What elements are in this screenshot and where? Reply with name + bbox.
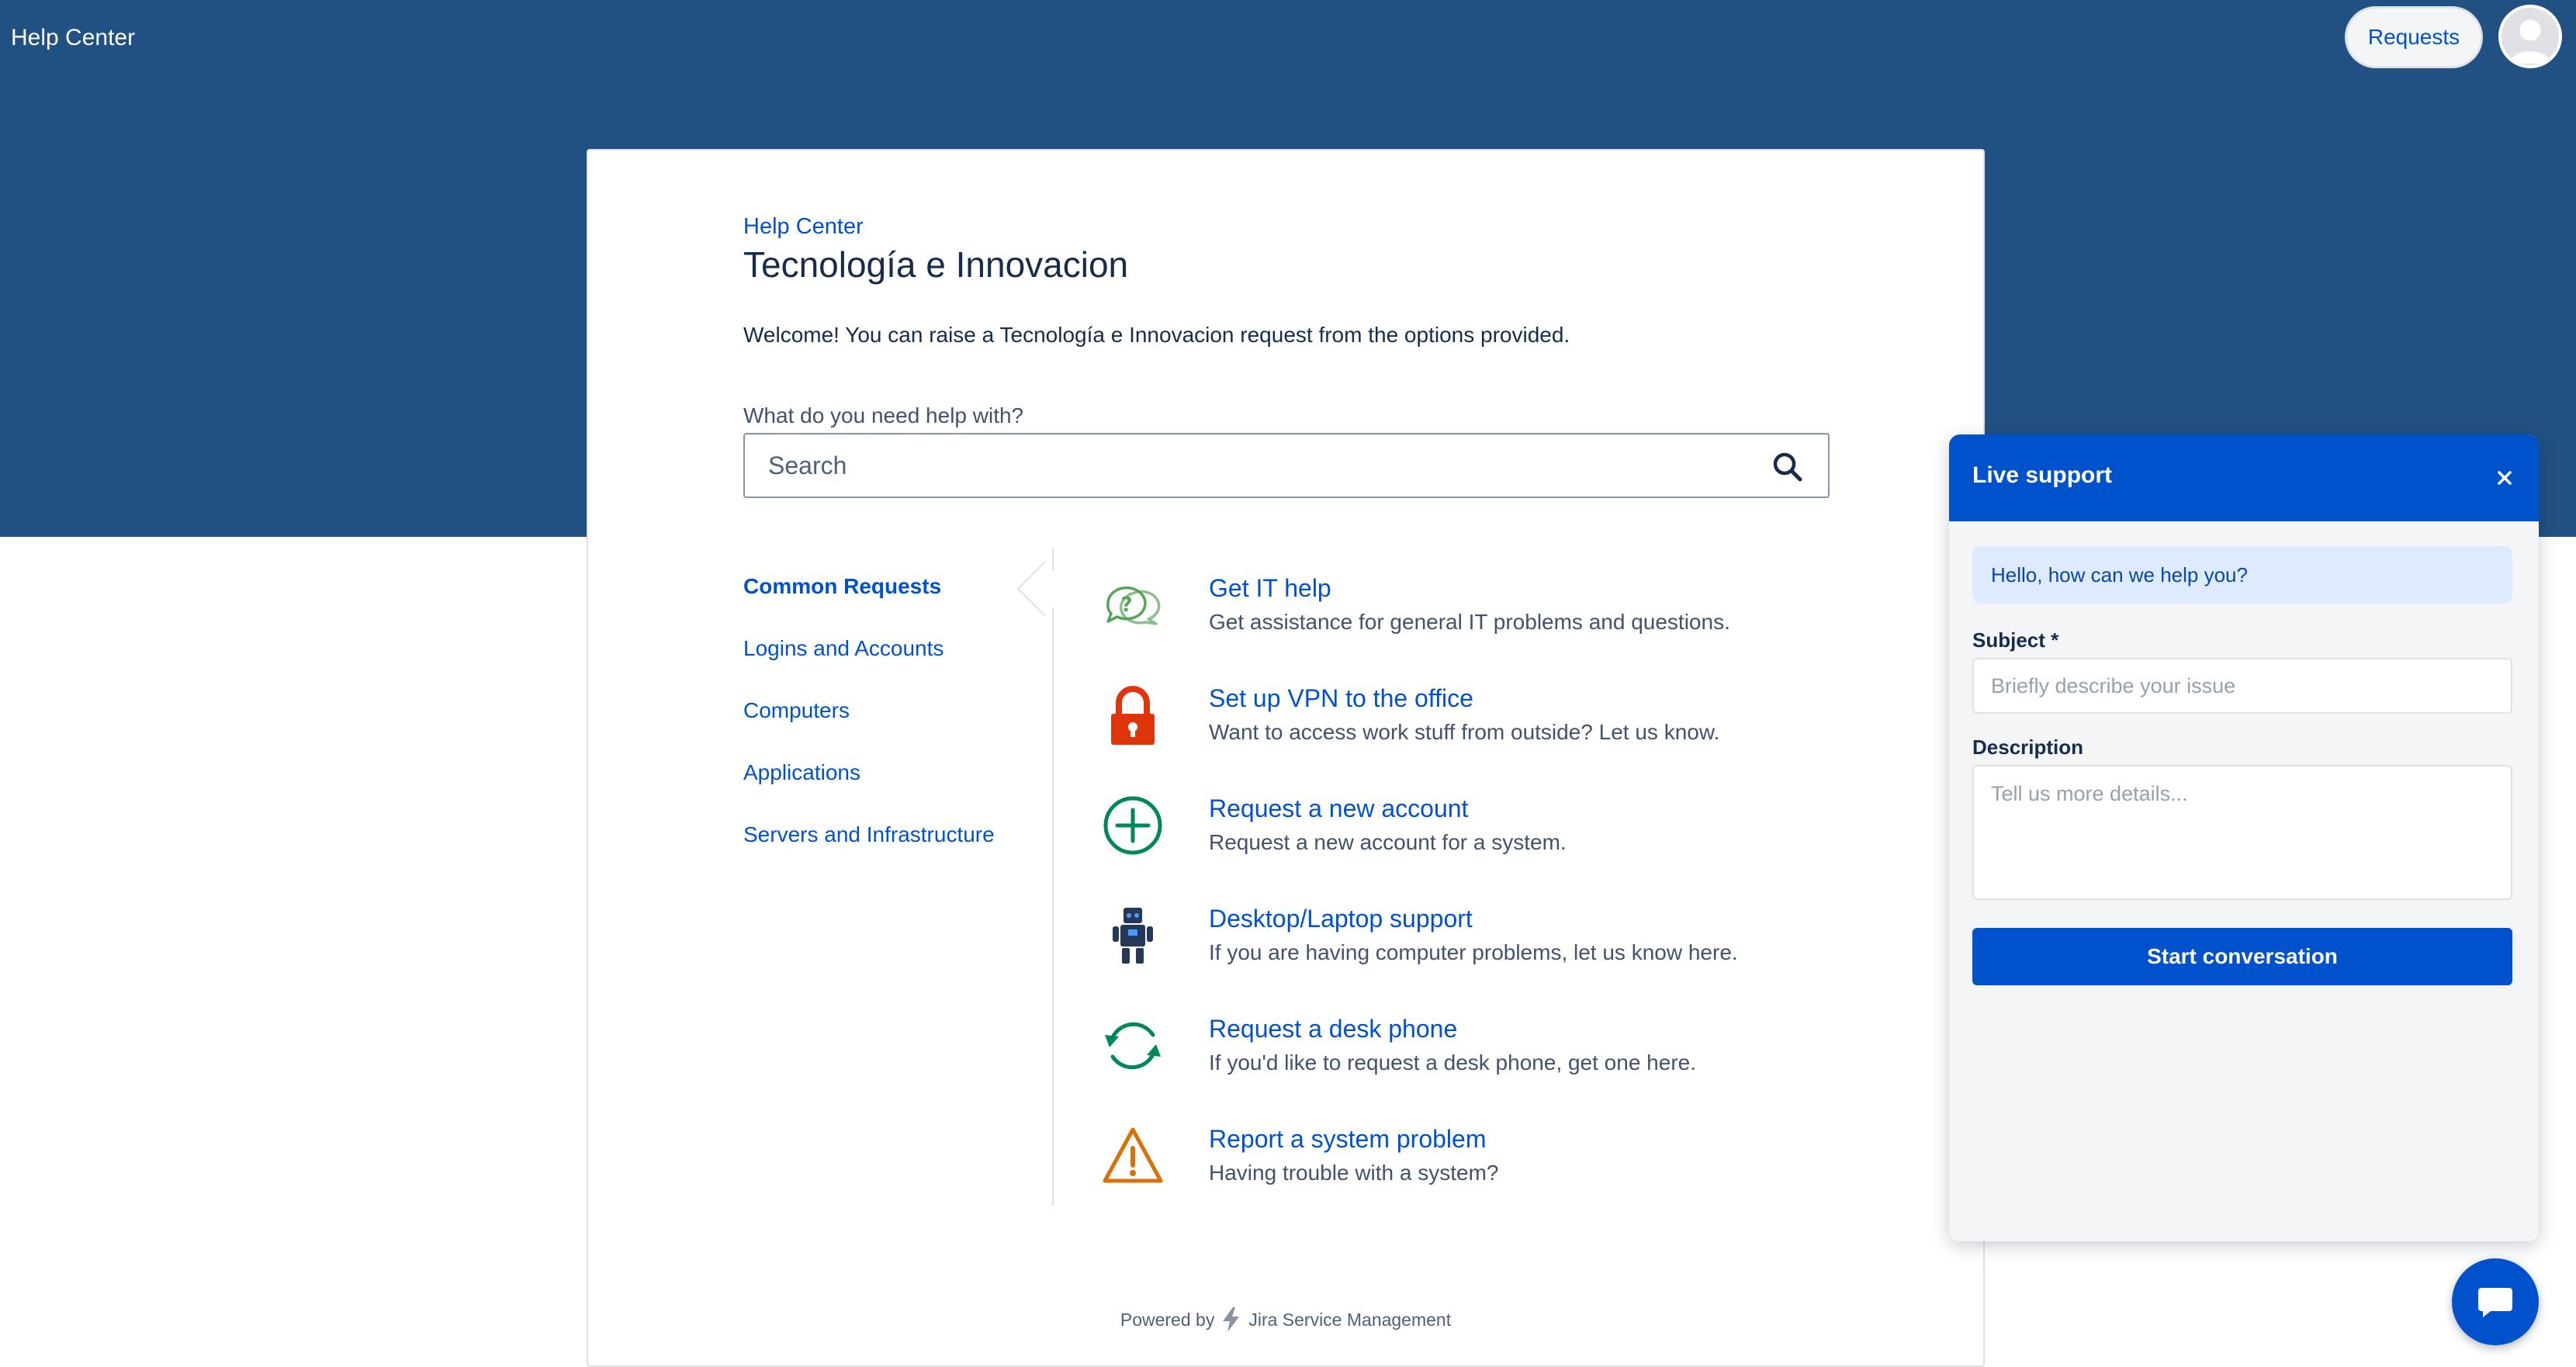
- request-type-system-problem[interactable]: Report a system problem Having trouble w…: [1100, 1123, 1799, 1209]
- requests-button[interactable]: Requests: [2345, 6, 2483, 68]
- request-type-vpn[interactable]: Set up VPN to the office Want to access …: [1100, 683, 1799, 768]
- start-conversation-button[interactable]: Start conversation: [1972, 928, 2512, 985]
- request-type-description: If you'd like to request a desk phone, g…: [1209, 1050, 1696, 1075]
- close-icon[interactable]: [2489, 462, 2520, 493]
- help-center-card: Help Center Tecnología e Innovacion Welc…: [587, 149, 1985, 1367]
- category-computers[interactable]: Computers: [743, 698, 850, 723]
- request-type-get-it-help[interactable]: ? Get IT help Get assistance for general…: [1100, 573, 1799, 658]
- breadcrumb[interactable]: Help Center: [743, 214, 864, 240]
- request-type-description: Want to access work stuff from outside? …: [1209, 720, 1720, 744]
- request-type-title[interactable]: Request a desk phone: [1209, 1015, 1457, 1043]
- request-type-title[interactable]: Set up VPN to the office: [1209, 684, 1473, 713]
- search-box[interactable]: [743, 433, 1830, 498]
- lightning-bolt-icon: [1223, 1307, 1240, 1332]
- question-bubbles-icon: ?: [1106, 586, 1161, 625]
- chat-icon: [2478, 1288, 2512, 1317]
- active-category-indicator: [1016, 561, 1072, 617]
- subject-field[interactable]: [1972, 658, 2512, 714]
- live-support-panel: Live support Hello, how can we help you?…: [1949, 434, 2539, 1241]
- description-label: Description: [1972, 735, 2084, 759]
- warning-triangle-icon: [1103, 1127, 1163, 1183]
- subject-label: Subject *: [1972, 628, 2059, 652]
- robot-icon: [1113, 908, 1153, 964]
- request-type-title[interactable]: Get IT help: [1209, 574, 1331, 603]
- svg-text:?: ?: [1120, 594, 1132, 617]
- powered-by-footer: Powered by Jira Service Management: [588, 1306, 1983, 1333]
- jira-service-management-link[interactable]: Jira Service Management: [1248, 1310, 1451, 1331]
- request-type-new-account[interactable]: Request a new account Request a new acco…: [1100, 793, 1799, 878]
- request-type-desk-phone[interactable]: Request a desk phone If you'd like to re…: [1100, 1013, 1799, 1099]
- description-field[interactable]: [1972, 765, 2512, 900]
- chat-header: Live support: [1949, 434, 2539, 521]
- search-label: What do you need help with?: [743, 403, 1024, 427]
- request-type-title[interactable]: Report a system problem: [1209, 1125, 1486, 1154]
- greeting-message: Hello, how can we help you?: [1972, 546, 2512, 604]
- search-input[interactable]: [745, 434, 1754, 497]
- plus-circle-icon: [1103, 796, 1162, 855]
- request-type-desktop-support[interactable]: Desktop/Laptop support If you are having…: [1100, 903, 1799, 988]
- page-title: Tecnología e Innovacion: [743, 244, 1129, 285]
- request-type-title[interactable]: Desktop/Laptop support: [1209, 905, 1473, 933]
- request-type-description: Get assistance for general IT problems a…: [1209, 610, 1730, 634]
- welcome-text: Welcome! You can raise a Tecnología e In…: [743, 323, 1570, 347]
- category-servers-and-infrastructure[interactable]: Servers and Infrastructure: [743, 822, 995, 847]
- search-icon[interactable]: [1771, 450, 1805, 484]
- avatar[interactable]: [2498, 5, 2562, 68]
- user-icon: [2502, 8, 2559, 65]
- category-divider: [1052, 548, 1054, 1206]
- refresh-arrows-icon: [1105, 1022, 1161, 1070]
- request-type-title[interactable]: Request a new account: [1209, 794, 1468, 823]
- category-logins-and-accounts[interactable]: Logins and Accounts: [743, 636, 943, 661]
- padlock-icon: [1111, 686, 1155, 745]
- request-type-description: Having trouble with a system?: [1209, 1161, 1499, 1185]
- chat-launcher-button[interactable]: [2452, 1258, 2539, 1345]
- request-type-description: Request a new account for a system.: [1209, 830, 1567, 854]
- category-common-requests[interactable]: Common Requests: [743, 574, 941, 599]
- powered-by-label: Powered by: [1120, 1309, 1215, 1330]
- chat-title: Live support: [1972, 462, 2113, 488]
- topbar-help-center-link[interactable]: Help Center: [11, 25, 135, 51]
- category-applications[interactable]: Applications: [743, 760, 860, 785]
- request-type-description: If you are having computer problems, let…: [1209, 940, 1738, 964]
